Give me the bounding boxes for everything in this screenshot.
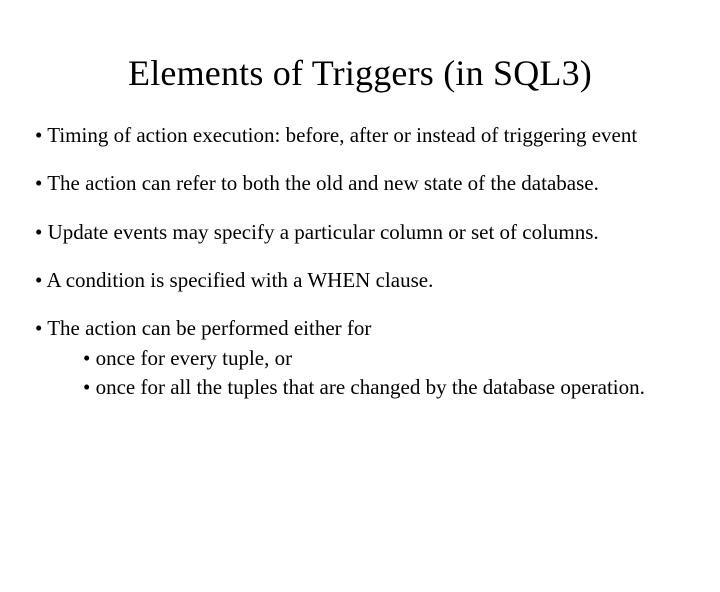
bullet-item: • The action can refer to both the old a…: [30, 170, 690, 196]
bullet-item: • Update events may specify a particular…: [30, 219, 690, 245]
bullet-item: • The action can be performed either for: [30, 315, 690, 341]
bullet-icon: •: [35, 171, 47, 195]
bullet-icon: •: [35, 123, 47, 147]
bullet-icon: •: [35, 220, 48, 244]
bullet-text: Update events may specify a particular c…: [48, 220, 599, 244]
sub-bullet-item: • once for every tuple, or: [78, 345, 690, 371]
bullet-icon: •: [35, 268, 46, 292]
bullet-text: The action can refer to both the old and…: [47, 171, 599, 195]
sub-bullet-item: • once for all the tuples that are chang…: [78, 374, 690, 400]
bullet-icon: •: [35, 316, 47, 340]
slide: Elements of Triggers (in SQL3) • Timing …: [0, 52, 720, 592]
bullet-item: • A condition is specified with a WHEN c…: [30, 267, 690, 293]
slide-title: Elements of Triggers (in SQL3): [30, 52, 690, 94]
bullet-text: The action can be performed either for: [47, 316, 371, 340]
bullet-text: Timing of action execution: before, afte…: [47, 123, 637, 147]
bullet-icon: •: [83, 346, 96, 370]
bullet-text: once for all the tuples that are changed…: [96, 375, 645, 399]
slide-body: • Timing of action execution: before, af…: [30, 122, 690, 400]
bullet-item: • Timing of action execution: before, af…: [30, 122, 690, 148]
bullet-icon: •: [83, 375, 96, 399]
bullet-text: A condition is specified with a WHEN cla…: [46, 268, 433, 292]
bullet-text: once for every tuple, or: [96, 346, 293, 370]
